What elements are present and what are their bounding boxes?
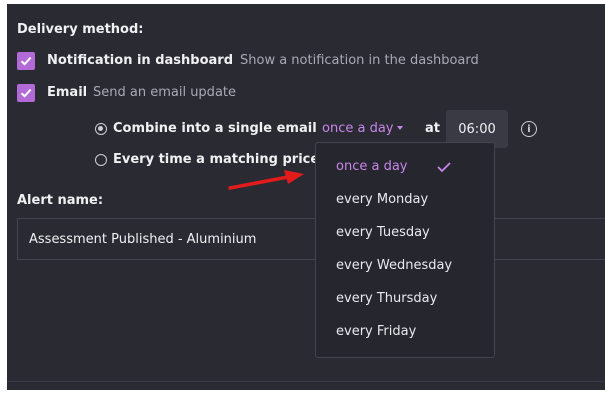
email-label[interactable]: Email [47, 85, 87, 100]
info-icon[interactable]: i [521, 121, 537, 137]
email-checkbox[interactable] [17, 84, 35, 102]
frequency-select[interactable]: once a day [322, 121, 404, 136]
at-label: at [425, 121, 440, 136]
dropdown-item-every-thursday[interactable]: every Thursday [336, 291, 437, 306]
delivery-method-title: Delivery method: [17, 22, 144, 37]
dropdown-item-every-monday[interactable]: every Monday [336, 192, 428, 207]
frequency-value: once a day [322, 121, 394, 136]
checkmark-icon [20, 88, 32, 98]
every-time-radio[interactable] [95, 154, 107, 166]
combine-radio[interactable] [95, 123, 107, 135]
notification-label[interactable]: Notification in dashboard [47, 53, 233, 68]
alert-name-input[interactable]: Assessment Published - Aluminium [17, 218, 605, 260]
notification-description: Show a notification in the dashboard [240, 53, 479, 68]
alert-name-label: Alert name: [17, 193, 104, 208]
dropdown-item-every-friday[interactable]: every Friday [336, 324, 416, 339]
dropdown-item-every-wednesday[interactable]: every Wednesday [336, 258, 452, 273]
caret-down-icon [397, 125, 404, 130]
checkmark-icon [20, 56, 32, 66]
dropdown-item-once-a-day[interactable]: once a day [336, 159, 407, 174]
frequency-dropdown: once a day every Monday every Tuesday ev… [315, 142, 495, 358]
checkmark-icon [437, 162, 451, 173]
alert-name-value: Assessment Published - Aluminium [29, 231, 257, 247]
red-arrow-annotation [228, 170, 304, 190]
dropdown-item-every-tuesday[interactable]: every Tuesday [336, 225, 430, 240]
notification-checkbox[interactable] [17, 52, 35, 70]
every-time-label[interactable]: Every time a matching price [113, 152, 319, 167]
email-description: Send an email update [93, 85, 236, 100]
combine-label[interactable]: Combine into a single email [113, 121, 317, 136]
panel-footer-divider [7, 381, 605, 390]
